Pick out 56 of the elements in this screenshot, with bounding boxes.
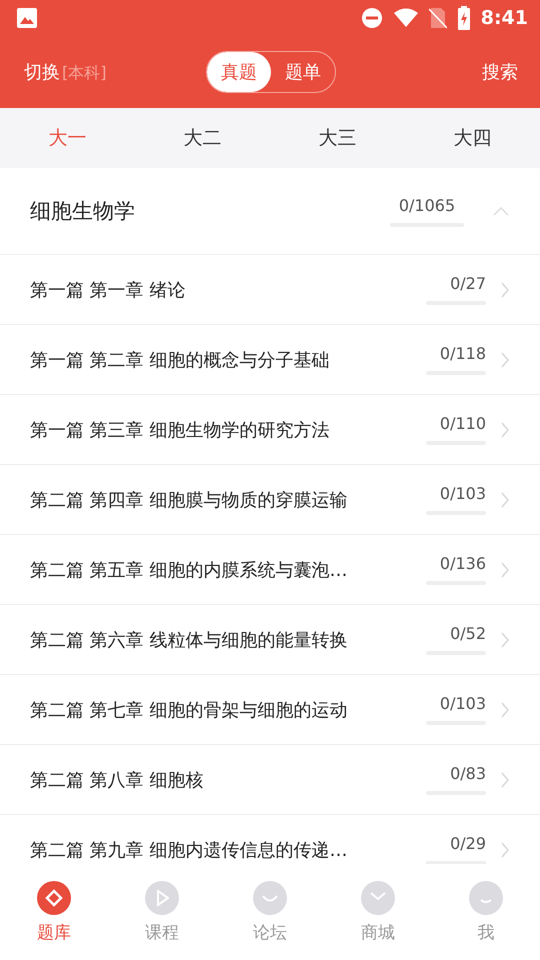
- chapter-title: 第一篇 第二章 细胞的概念与分子基础: [30, 348, 330, 372]
- progress-count: 0/1065: [398, 196, 456, 214]
- chapter-row[interactable]: 第二篇 第七章 细胞的骨架与细胞的运动 0/103: [0, 675, 540, 745]
- progress-count: 0/103: [440, 694, 486, 713]
- year-tab[interactable]: 大四: [405, 108, 540, 168]
- chapter-row[interactable]: 第二篇 第八章 细胞核 0/83: [0, 745, 540, 815]
- do-not-disturb-icon: [360, 7, 383, 29]
- year-tab[interactable]: 大三: [270, 108, 405, 168]
- progress-count: 0/136: [440, 554, 486, 573]
- progress-count: 0/29: [450, 834, 486, 853]
- wifi-icon: [392, 8, 419, 28]
- chapter-row[interactable]: 第一篇 第三章 细胞生物学的研究方法 0/110: [0, 395, 540, 465]
- level-label: [本科]: [62, 63, 106, 84]
- progress-count: 0/83: [450, 764, 486, 783]
- chevron-right-icon: [500, 490, 510, 508]
- chapter-title: 第一篇 第三章 细胞生物学的研究方法: [30, 418, 330, 442]
- section-header[interactable]: 细胞生物学 0/1065: [0, 168, 540, 255]
- clock-time: 8:41: [480, 7, 528, 29]
- year-tab[interactable]: 大二: [135, 108, 270, 168]
- chapter-row[interactable]: 第二篇 第五章 细胞的内膜系统与囊泡… 0/136: [0, 535, 540, 605]
- play-icon: [145, 880, 179, 914]
- progress-count: 0/103: [440, 484, 486, 503]
- chevron-right-icon: [500, 840, 510, 858]
- chapter-row[interactable]: 第一篇 第二章 细胞的概念与分子基础 0/118: [0, 325, 540, 395]
- chapter-title: 第二篇 第四章 细胞膜与物质的穿膜运输: [30, 488, 348, 512]
- collapse-caret-icon[interactable]: [492, 205, 510, 217]
- nav-tab[interactable]: 题库: [0, 880, 108, 944]
- chevron-right-icon: [500, 630, 510, 648]
- chapter-title: 第二篇 第六章 线粒体与细胞的能量转换: [30, 628, 348, 652]
- progress-count: 0/52: [450, 624, 486, 643]
- chapter-row[interactable]: 第二篇 第六章 线粒体与细胞的能量转换 0/52: [0, 605, 540, 675]
- section-title: 细胞生物学: [30, 198, 136, 225]
- toggle-tab[interactable]: 真题: [207, 52, 271, 92]
- chapter-title: 第二篇 第七章 细胞的骨架与细胞的运动: [30, 698, 348, 722]
- chevron-right-icon: [500, 420, 510, 438]
- switch-link[interactable]: 切换: [24, 60, 60, 84]
- battery-icon: [456, 6, 471, 30]
- chapter-row[interactable]: 第二篇 第九章 细胞内遗传信息的传递… 0/29: [0, 815, 540, 864]
- chapter-row[interactable]: 第二篇 第四章 细胞膜与物质的穿膜运输 0/103: [0, 465, 540, 535]
- chevron-right-icon: [500, 280, 510, 298]
- chapter-title: 第二篇 第九章 细胞内遗传信息的传递…: [30, 838, 348, 862]
- toggle-tab[interactable]: 题单: [271, 52, 335, 92]
- progress-count: 0/110: [440, 414, 486, 433]
- search-link[interactable]: 搜索: [398, 60, 518, 84]
- no-sim-icon: [428, 7, 447, 29]
- chapter-title: 第二篇 第五章 细胞的内膜系统与囊泡…: [30, 558, 348, 582]
- progress-count: 0/118: [440, 344, 486, 363]
- chevron-right-icon: [500, 770, 510, 788]
- chapter-title: 第二篇 第八章 细胞核: [30, 768, 204, 792]
- chapter-title: 第一篇 第一章 绪论: [30, 278, 186, 302]
- chevron-right-icon: [500, 560, 510, 578]
- image-icon: [16, 7, 38, 29]
- chevron-right-icon: [500, 350, 510, 368]
- progress-count: 0/27: [450, 274, 486, 293]
- chevron-right-icon: [500, 700, 510, 718]
- chapter-row[interactable]: 第一篇 第一章 绪论 0/27: [0, 255, 540, 325]
